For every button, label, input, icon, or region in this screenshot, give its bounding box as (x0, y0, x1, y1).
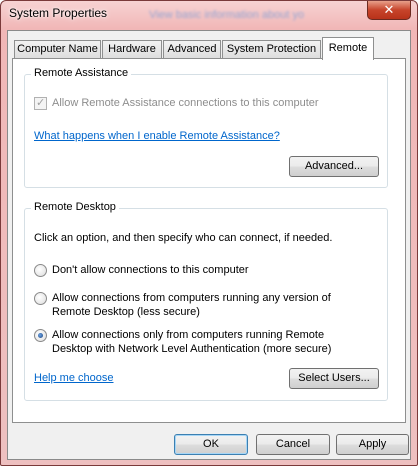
radio-allow-any-version-label: Allow connections from computers running… (52, 292, 331, 318)
remote-assistance-title: Remote Assistance (31, 67, 132, 79)
cancel-button[interactable]: Cancel (256, 434, 330, 455)
window-title: System Properties (9, 6, 108, 20)
allow-remote-assistance-checkbox[interactable]: ✓ (34, 97, 47, 110)
tab-advanced[interactable]: Advanced (163, 40, 221, 59)
radio-dont-allow-label: Don't allow connections to this computer (52, 264, 249, 276)
checkmark-icon: ✓ (36, 97, 46, 109)
remote-assistance-help-link[interactable]: What happens when I enable Remote Assist… (34, 130, 280, 142)
radio-dont-allow[interactable] (34, 264, 47, 277)
advanced-button[interactable]: Advanced... (289, 156, 379, 177)
tab-remote[interactable]: Remote (322, 37, 374, 60)
help-me-choose-link[interactable]: Help me choose (34, 372, 114, 384)
tab-computer-name[interactable]: Computer Name (14, 40, 101, 59)
tab-hardware[interactable]: Hardware (102, 40, 162, 59)
remote-desktop-instructions: Click an option, and then specify who ca… (34, 232, 333, 244)
select-users-button[interactable]: Select Users... (289, 368, 379, 389)
remote-tab-panel: Remote Assistance ✓ Allow Remote Assista… (12, 58, 406, 423)
radio-allow-nla-only[interactable] (34, 329, 47, 342)
remote-desktop-title: Remote Desktop (31, 201, 119, 213)
remote-assistance-group: Remote Assistance ✓ Allow Remote Assista… (24, 67, 388, 188)
close-icon: ✕ (383, 2, 395, 17)
radio-selected-dot (38, 333, 43, 338)
system-properties-window: System Properties View basic information… (0, 0, 418, 466)
allow-remote-assistance-label: Allow Remote Assistance connections to t… (52, 97, 319, 109)
background-window-text: View basic information about yo (149, 9, 305, 21)
remote-desktop-group: Remote Desktop Click an option, and then… (24, 201, 388, 401)
tab-system-protection[interactable]: System Protection (222, 40, 321, 59)
title-bar[interactable]: System Properties View basic information… (1, 1, 417, 29)
apply-button[interactable]: Apply (336, 434, 409, 455)
radio-allow-nla-only-label: Allow connections only from computers ru… (52, 329, 332, 355)
dialog-client-area: Computer Name Hardware Advanced System P… (7, 30, 411, 460)
radio-allow-any-version[interactable] (34, 292, 47, 305)
close-button[interactable]: ✕ (367, 1, 411, 20)
ok-button[interactable]: OK (174, 434, 248, 455)
